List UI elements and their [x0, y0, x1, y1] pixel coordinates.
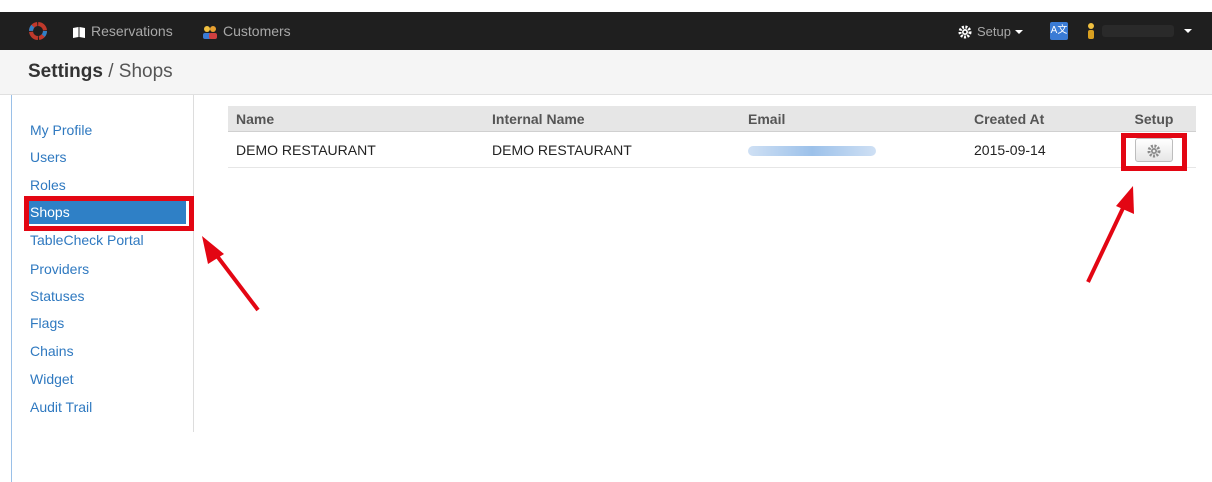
arrow-icon: [202, 236, 260, 312]
arrow-icon: [1086, 186, 1134, 283]
annotation-arrows: [202, 186, 1134, 312]
